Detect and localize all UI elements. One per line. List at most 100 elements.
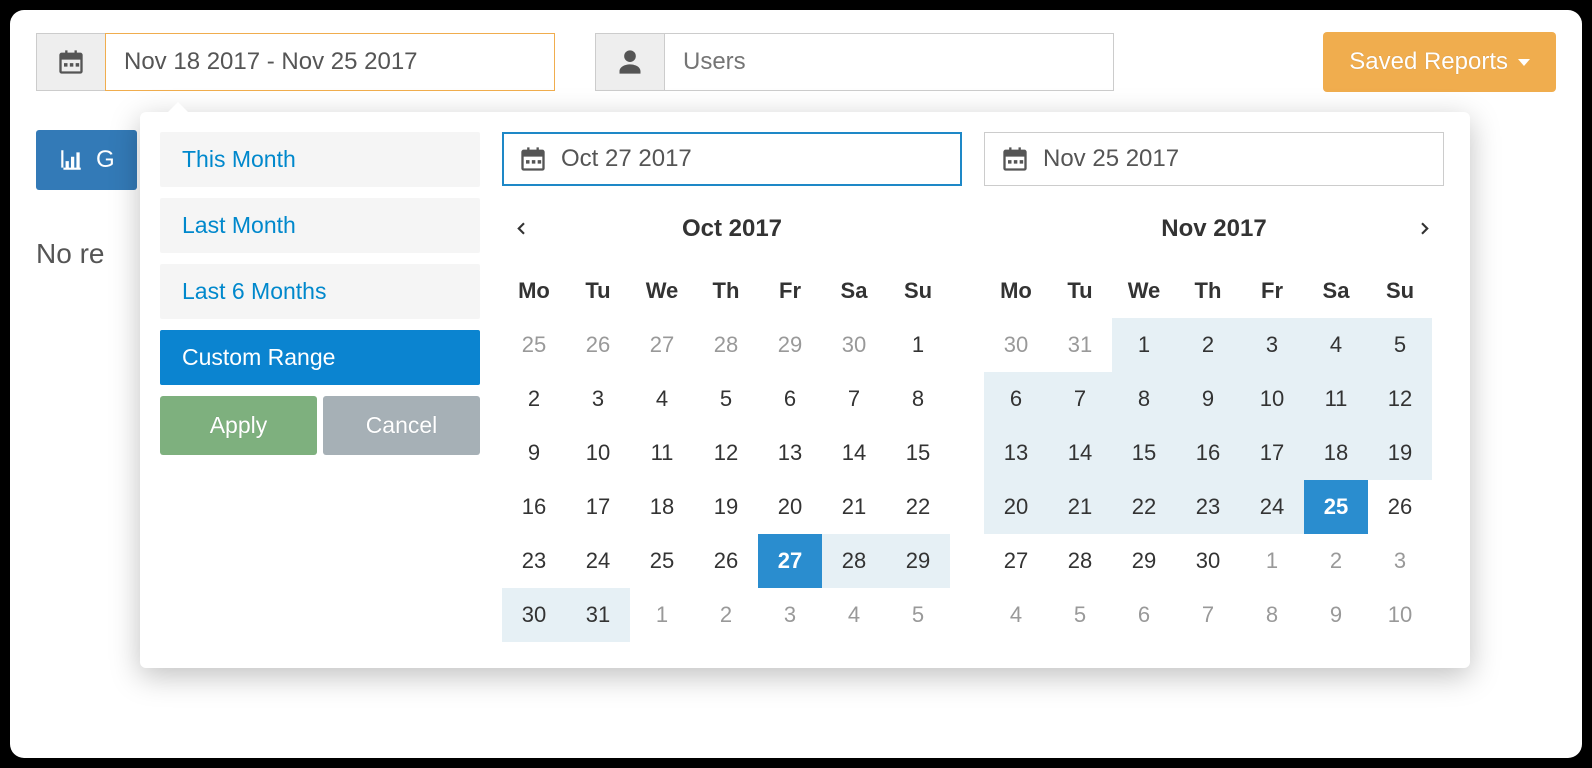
calendar-day[interactable]: 30 [822, 318, 886, 372]
calendar-day[interactable]: 4 [1304, 318, 1368, 372]
calendar-day[interactable]: 27 [630, 318, 694, 372]
calendar-day[interactable]: 27 [758, 534, 822, 588]
preset-last-month[interactable]: Last Month [160, 198, 480, 253]
cancel-button[interactable]: Cancel [323, 396, 480, 455]
calendar-day[interactable]: 14 [822, 426, 886, 480]
calendar-day[interactable]: 5 [886, 588, 950, 642]
calendar-day[interactable]: 23 [1176, 480, 1240, 534]
calendar-day[interactable]: 1 [886, 318, 950, 372]
calendar-day[interactable]: 27 [984, 534, 1048, 588]
calendar-day[interactable]: 6 [1112, 588, 1176, 642]
calendar-day[interactable]: 11 [1304, 372, 1368, 426]
calendar-day[interactable]: 22 [886, 480, 950, 534]
calendar-day[interactable]: 30 [1176, 534, 1240, 588]
calendar-day[interactable]: 20 [984, 480, 1048, 534]
calendar-day[interactable]: 15 [886, 426, 950, 480]
calendar-day[interactable]: 21 [822, 480, 886, 534]
date-range-input[interactable]: Nov 18 2017 - Nov 25 2017 [105, 33, 555, 91]
calendar-day[interactable]: 7 [1176, 588, 1240, 642]
calendar-day[interactable]: 2 [1176, 318, 1240, 372]
calendar-day[interactable]: 11 [630, 426, 694, 480]
calendar-day[interactable]: 9 [1304, 588, 1368, 642]
calendar-day[interactable]: 20 [758, 480, 822, 534]
calendar-day[interactable]: 17 [566, 480, 630, 534]
calendar-day[interactable]: 26 [566, 318, 630, 372]
calendar-addon[interactable] [36, 33, 106, 91]
calendar-day[interactable]: 29 [886, 534, 950, 588]
prev-month-button[interactable] [512, 214, 530, 245]
calendar-day[interactable]: 22 [1112, 480, 1176, 534]
calendar-day[interactable]: 3 [566, 372, 630, 426]
calendar-day[interactable]: 6 [758, 372, 822, 426]
calendar-day[interactable]: 29 [1112, 534, 1176, 588]
calendar-day[interactable]: 4 [822, 588, 886, 642]
next-month-button[interactable] [1416, 214, 1434, 245]
calendar-day[interactable]: 10 [1240, 372, 1304, 426]
calendar-day[interactable]: 25 [630, 534, 694, 588]
calendar-day[interactable]: 3 [1368, 534, 1432, 588]
calendar-day[interactable]: 3 [758, 588, 822, 642]
start-date-input[interactable]: Oct 27 2017 [502, 132, 962, 186]
end-date-input[interactable]: Nov 25 2017 [984, 132, 1444, 186]
calendar-day[interactable]: 5 [1048, 588, 1112, 642]
calendar-day[interactable]: 30 [984, 318, 1048, 372]
calendar-day[interactable]: 12 [1368, 372, 1432, 426]
calendar-day[interactable]: 28 [1048, 534, 1112, 588]
calendar-day[interactable]: 1 [630, 588, 694, 642]
calendar-day[interactable]: 23 [502, 534, 566, 588]
calendar-day[interactable]: 26 [694, 534, 758, 588]
calendar-day[interactable]: 10 [566, 426, 630, 480]
calendar-day[interactable]: 17 [1240, 426, 1304, 480]
calendar-day[interactable]: 12 [694, 426, 758, 480]
generate-report-button[interactable]: G [36, 130, 137, 190]
calendar-day[interactable]: 16 [502, 480, 566, 534]
calendar-day[interactable]: 19 [1368, 426, 1432, 480]
calendar-day[interactable]: 2 [502, 372, 566, 426]
calendar-day[interactable]: 3 [1240, 318, 1304, 372]
calendar-day[interactable]: 24 [1240, 480, 1304, 534]
preset-last-6-months[interactable]: Last 6 Months [160, 264, 480, 319]
calendar-day[interactable]: 25 [1304, 480, 1368, 534]
calendar-day[interactable]: 7 [822, 372, 886, 426]
calendar-day[interactable]: 1 [1112, 318, 1176, 372]
calendar-day[interactable]: 1 [1240, 534, 1304, 588]
calendar-day[interactable]: 16 [1176, 426, 1240, 480]
calendar-day[interactable]: 31 [1048, 318, 1112, 372]
calendar-day[interactable]: 4 [984, 588, 1048, 642]
calendar-day[interactable]: 7 [1048, 372, 1112, 426]
calendar-day[interactable]: 8 [1240, 588, 1304, 642]
calendar-day[interactable]: 24 [566, 534, 630, 588]
calendar-day[interactable]: 31 [566, 588, 630, 642]
calendar-day[interactable]: 2 [694, 588, 758, 642]
calendar-day[interactable]: 13 [758, 426, 822, 480]
calendar-day[interactable]: 9 [1176, 372, 1240, 426]
calendar-day[interactable]: 8 [1112, 372, 1176, 426]
calendar-day[interactable]: 14 [1048, 426, 1112, 480]
calendar-day[interactable]: 30 [502, 588, 566, 642]
calendar-day[interactable]: 28 [694, 318, 758, 372]
user-addon[interactable] [595, 33, 665, 91]
calendar-day[interactable]: 5 [1368, 318, 1432, 372]
calendar-day[interactable]: 4 [630, 372, 694, 426]
calendar-day[interactable]: 13 [984, 426, 1048, 480]
users-input[interactable] [664, 33, 1114, 91]
calendar-day[interactable]: 15 [1112, 426, 1176, 480]
preset-custom-range[interactable]: Custom Range [160, 330, 480, 385]
calendar-day[interactable]: 29 [758, 318, 822, 372]
calendar-day[interactable]: 5 [694, 372, 758, 426]
calendar-day[interactable]: 28 [822, 534, 886, 588]
calendar-day[interactable]: 21 [1048, 480, 1112, 534]
preset-this-month[interactable]: This Month [160, 132, 480, 187]
calendar-day[interactable]: 6 [984, 372, 1048, 426]
saved-reports-dropdown[interactable]: Saved Reports [1323, 32, 1556, 92]
calendar-day[interactable]: 25 [502, 318, 566, 372]
calendar-day[interactable]: 2 [1304, 534, 1368, 588]
calendar-day[interactable]: 18 [630, 480, 694, 534]
calendar-day[interactable]: 18 [1304, 426, 1368, 480]
calendar-day[interactable]: 26 [1368, 480, 1432, 534]
calendar-day[interactable]: 9 [502, 426, 566, 480]
calendar-day[interactable]: 10 [1368, 588, 1432, 642]
apply-button[interactable]: Apply [160, 396, 317, 455]
calendar-day[interactable]: 8 [886, 372, 950, 426]
calendar-day[interactable]: 19 [694, 480, 758, 534]
